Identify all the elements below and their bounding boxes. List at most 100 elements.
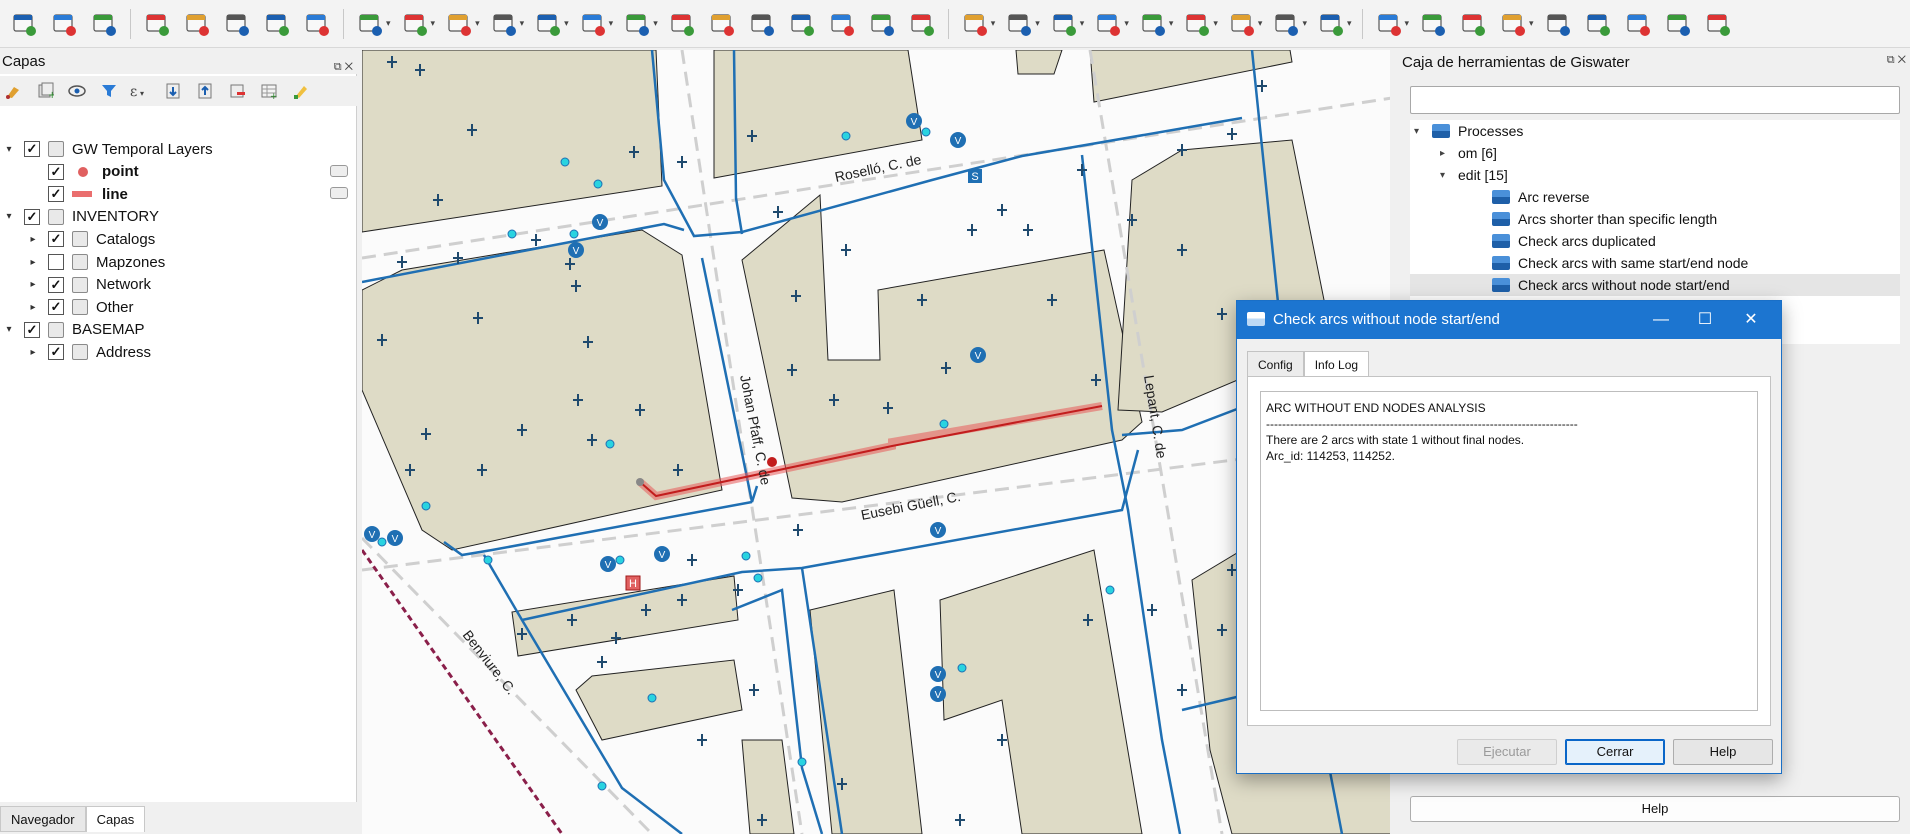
expand-all-icon[interactable] bbox=[160, 79, 186, 103]
expand-right-icon[interactable]: ▸ bbox=[26, 279, 40, 290]
select-icon[interactable] bbox=[957, 6, 993, 42]
node-red-icon[interactable] bbox=[619, 6, 655, 42]
run-button[interactable]: Ejecutar bbox=[1457, 739, 1557, 765]
expression-filter-icon[interactable]: ε ▾ bbox=[128, 79, 154, 103]
filter-icon[interactable] bbox=[46, 6, 82, 42]
paint-layer-icon[interactable] bbox=[288, 79, 314, 103]
layer-checkbox[interactable]: ✓ bbox=[24, 321, 40, 338]
close-button[interactable]: Cerrar bbox=[1565, 739, 1665, 765]
zoom-icon[interactable] bbox=[86, 6, 122, 42]
book-icon[interactable] bbox=[1580, 6, 1616, 42]
dropdown-arrow-icon[interactable]: ▾ bbox=[653, 18, 658, 29]
layer-item[interactable]: ▸ ✓ Network bbox=[26, 274, 151, 296]
expand-down-icon[interactable]: ▾ bbox=[2, 144, 16, 155]
mincut-icon[interactable] bbox=[1371, 6, 1407, 42]
expand-down-icon[interactable]: ▾ bbox=[2, 211, 16, 222]
layer-checkbox[interactable]: ✓ bbox=[48, 186, 64, 203]
layer-checkbox[interactable]: ✓ bbox=[24, 208, 40, 225]
dropdown-arrow-icon[interactable]: ▾ bbox=[1080, 18, 1085, 29]
toolbox-item[interactable]: Check arcs duplicated bbox=[1410, 230, 1900, 252]
toolbox-item[interactable]: Arcs shorter than specific length bbox=[1410, 208, 1900, 230]
toolbox-item[interactable]: Check arcs without node start/end bbox=[1410, 274, 1900, 296]
tools-icon[interactable] bbox=[1540, 6, 1576, 42]
toolbox-float-close-icon[interactable]: ⧉ ✕ bbox=[1887, 54, 1906, 67]
dropdown-arrow-icon[interactable]: ▾ bbox=[1169, 18, 1174, 29]
dialog-titlebar[interactable]: Check arcs without node start/end — ☐ ✕ bbox=[1237, 301, 1781, 339]
close-icon[interactable]: ✕ bbox=[1733, 307, 1769, 333]
dropdown-arrow-icon[interactable]: ▾ bbox=[1405, 18, 1410, 29]
layer-checkbox[interactable]: ✓ bbox=[48, 299, 64, 316]
v-table-icon[interactable] bbox=[259, 6, 295, 42]
expand-right-icon[interactable]: ▸ bbox=[26, 234, 40, 245]
add-group-icon[interactable]: + bbox=[32, 79, 58, 103]
dropdown-arrow-icon[interactable]: ▾ bbox=[520, 18, 525, 29]
layer-item[interactable]: ✓ point bbox=[26, 161, 139, 183]
dropdown-arrow-icon[interactable]: ▾ bbox=[991, 18, 996, 29]
dropdown-arrow-icon[interactable]: ▾ bbox=[475, 18, 480, 29]
expand-right-icon[interactable]: ▸ bbox=[26, 302, 40, 313]
layer-item[interactable]: ▾ ✓ BASEMAP bbox=[2, 319, 144, 341]
expand-right-icon[interactable]: ▸ bbox=[26, 257, 40, 268]
dropdown-arrow-icon[interactable]: ▾ bbox=[1258, 18, 1263, 29]
visit-add-icon[interactable] bbox=[904, 6, 940, 42]
layer-item[interactable]: ▾ ✓ GW Temporal Layers bbox=[2, 138, 212, 160]
add-line-icon[interactable] bbox=[397, 6, 433, 42]
toolbox-item[interactable]: ▾ edit [15] bbox=[1410, 164, 1900, 186]
dropdown-arrow-icon[interactable]: ▾ bbox=[386, 18, 391, 29]
user-icon[interactable] bbox=[1090, 6, 1126, 42]
print-icon[interactable] bbox=[1415, 6, 1451, 42]
calendar-icon[interactable] bbox=[299, 6, 335, 42]
dropdown-arrow-icon[interactable]: ▾ bbox=[1347, 18, 1352, 29]
flow-icon[interactable] bbox=[1313, 6, 1349, 42]
user2-icon[interactable] bbox=[1179, 6, 1215, 42]
expand-right-icon[interactable]: ▸ bbox=[26, 347, 40, 358]
tab-info-log[interactable]: Info Log bbox=[1303, 351, 1370, 377]
tab-config[interactable]: Config bbox=[1247, 351, 1304, 377]
toolbox-item[interactable]: Arc reverse bbox=[1410, 186, 1900, 208]
style-manager-icon[interactable] bbox=[0, 79, 26, 103]
reverse-icon[interactable] bbox=[575, 6, 611, 42]
minimize-icon[interactable]: — bbox=[1643, 307, 1679, 333]
delete-table-icon[interactable] bbox=[704, 6, 740, 42]
layer-checkbox[interactable] bbox=[48, 254, 64, 270]
maximize-icon[interactable]: ☐ bbox=[1687, 307, 1723, 333]
add-layer-icon[interactable] bbox=[139, 6, 175, 42]
add-form-icon[interactable] bbox=[1135, 6, 1171, 42]
layer-item[interactable]: ▸ ✓ Address bbox=[26, 341, 151, 363]
layer-checkbox[interactable]: ✓ bbox=[24, 141, 40, 157]
expand-down-icon[interactable]: ▾ bbox=[1440, 170, 1458, 181]
toolbox-icon[interactable] bbox=[1700, 6, 1736, 42]
v-add-icon[interactable] bbox=[219, 6, 255, 42]
open-attribute-icon[interactable]: + bbox=[256, 79, 282, 103]
layer-item[interactable]: ▾ ✓ INVENTORY bbox=[2, 206, 158, 228]
list-icon[interactable] bbox=[1455, 6, 1491, 42]
dropdown-arrow-icon[interactable]: ▾ bbox=[1213, 18, 1218, 29]
dropdown-arrow-icon[interactable]: ▾ bbox=[1529, 18, 1534, 29]
eye-icon[interactable] bbox=[64, 79, 90, 103]
layer-item[interactable]: ▸ ✓ Other bbox=[26, 296, 133, 318]
dscenario-icon[interactable] bbox=[1224, 6, 1260, 42]
connect-icon[interactable] bbox=[530, 6, 566, 42]
dropdown-arrow-icon[interactable]: ▾ bbox=[1124, 18, 1129, 29]
collapse-all-icon[interactable] bbox=[192, 79, 218, 103]
toolbox-search-input[interactable] bbox=[1410, 86, 1900, 114]
move-node-icon[interactable] bbox=[441, 6, 477, 42]
layer-checkbox[interactable]: ✓ bbox=[48, 276, 64, 293]
temporal-layer-indicator-icon[interactable] bbox=[330, 164, 348, 177]
check-zero-icon[interactable] bbox=[664, 6, 700, 42]
layer-item[interactable]: ▸ Mapzones bbox=[26, 251, 165, 273]
layer-checkbox[interactable]: ✓ bbox=[48, 231, 64, 248]
toolbox-item[interactable]: ▸ om [6] bbox=[1410, 142, 1900, 164]
form-icon[interactable] bbox=[1046, 6, 1082, 42]
toolbox-item[interactable]: Check arcs with same start/end node bbox=[1410, 252, 1900, 274]
dropdown-arrow-icon[interactable]: ▾ bbox=[564, 18, 569, 29]
filter-legend-icon[interactable] bbox=[96, 79, 122, 103]
tab-capas[interactable]: Capas bbox=[85, 806, 146, 832]
gear-icon[interactable] bbox=[1495, 6, 1531, 42]
node-add-icon[interactable] bbox=[784, 6, 820, 42]
expand-right-icon[interactable]: ▸ bbox=[1440, 148, 1458, 159]
identify-icon[interactable] bbox=[6, 6, 42, 42]
dropdown-arrow-icon[interactable]: ▾ bbox=[1035, 18, 1040, 29]
print2-icon[interactable] bbox=[1620, 6, 1656, 42]
measure-icon[interactable] bbox=[744, 6, 780, 42]
